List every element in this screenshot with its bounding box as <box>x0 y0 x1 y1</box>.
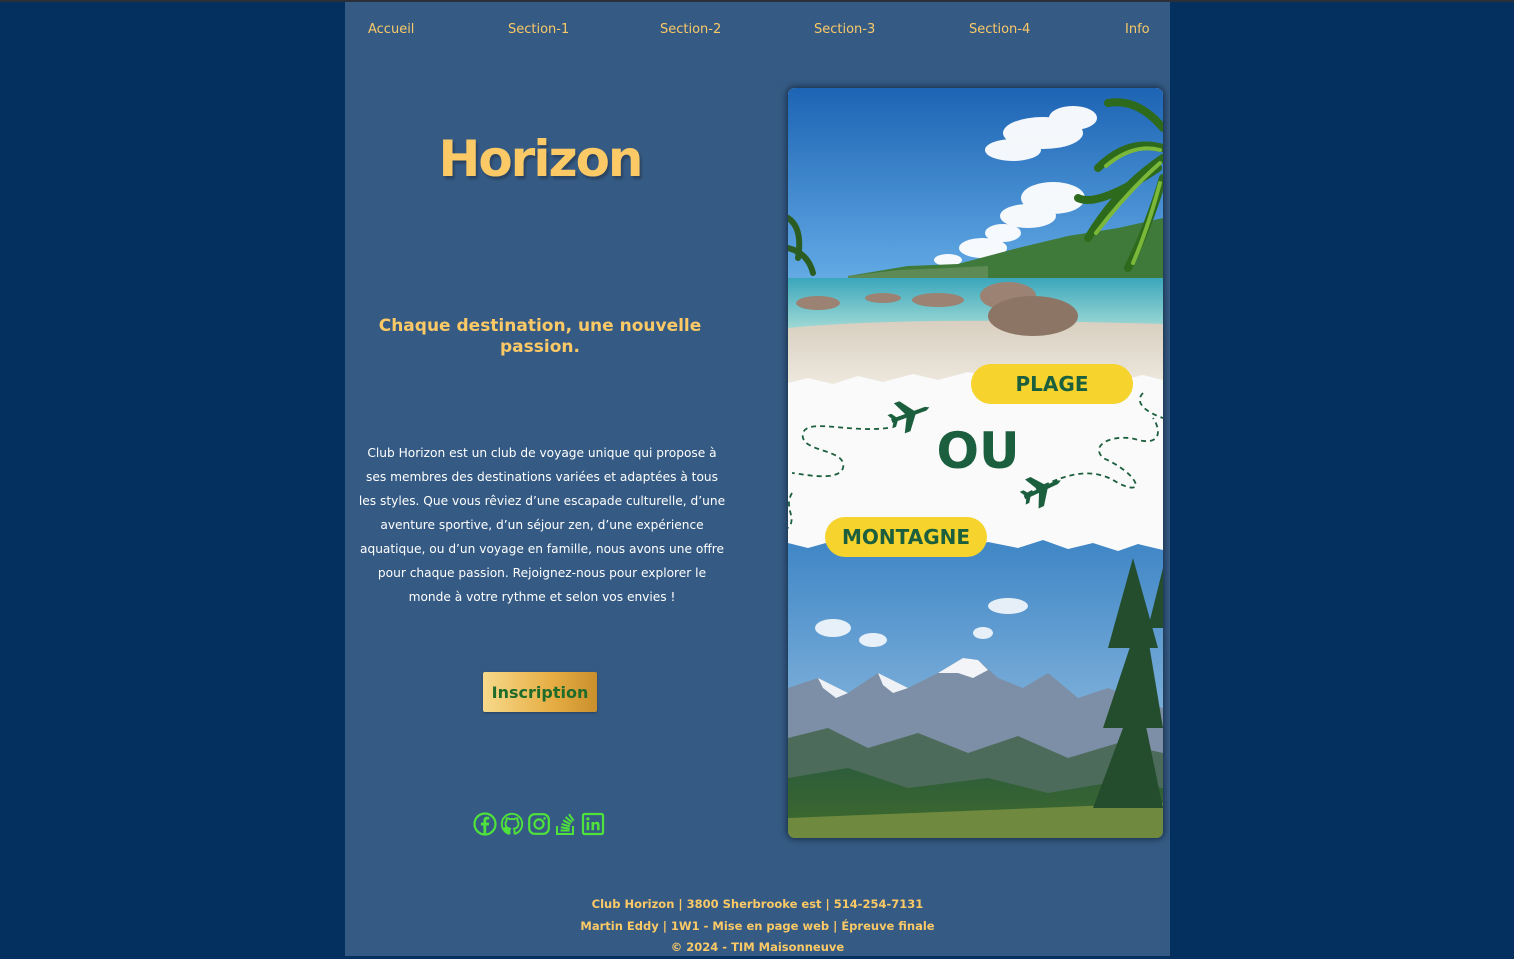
destination-card: PLAGE OU MONTAGNE <box>788 88 1163 838</box>
facebook-icon[interactable] <box>473 810 497 838</box>
tagline: Chaque destination, une nouvelle passion… <box>378 316 702 357</box>
ou-label: OU <box>936 422 1020 480</box>
stackoverflow-icon[interactable] <box>554 810 578 838</box>
club-description: Club Horizon est un club de voyage uniqu… <box>358 446 726 604</box>
top-navigation: Accueil Section-1 Section-2 Section-3 Se… <box>345 22 1170 44</box>
footer-address: Club Horizon | 3800 Sherbrooke est | 514… <box>591 897 924 911</box>
instagram-icon[interactable] <box>527 810 551 838</box>
montagne-label: MONTAGNE <box>825 517 987 557</box>
nav-info[interactable]: Info <box>1125 22 1150 37</box>
social-links <box>473 810 605 838</box>
nav-section-1[interactable]: Section-1 <box>508 22 569 37</box>
footer-credits: Martin Eddy | 1W1 - Mise en page web | É… <box>580 918 935 933</box>
main-panel: Accueil Section-1 Section-2 Section-3 Se… <box>345 2 1170 956</box>
nav-accueil[interactable]: Accueil <box>368 22 414 37</box>
nav-section-2[interactable]: Section-2 <box>660 22 721 37</box>
site-title: Horizon <box>438 130 643 188</box>
github-icon[interactable] <box>500 810 524 838</box>
nav-section-3[interactable]: Section-3 <box>814 22 875 37</box>
plage-label: PLAGE <box>971 364 1133 404</box>
footer-copyright: © 2024 - TIM Maisonneuve <box>670 940 845 954</box>
nav-section-4[interactable]: Section-4 <box>969 22 1030 37</box>
inscription-button[interactable]: Inscription <box>483 672 597 712</box>
footer: Club Horizon | 3800 Sherbrooke est | 514… <box>345 894 1170 959</box>
linkedin-icon[interactable] <box>581 810 605 838</box>
